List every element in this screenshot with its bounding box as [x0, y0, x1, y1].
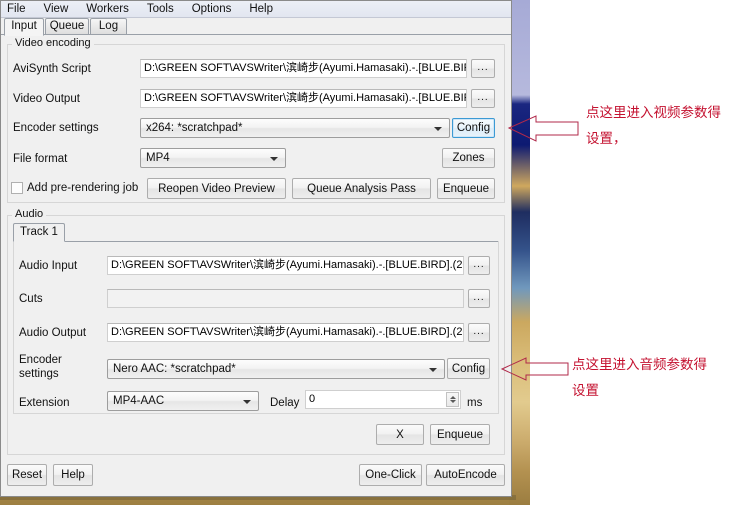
chevron-down-icon: [429, 368, 437, 372]
video-output-input[interactable]: D:\GREEN SOFT\AVSWriter\滨崎步(Ayumi.Hamasa…: [140, 89, 467, 108]
application-window: File View Workers Tools Options Help Inp…: [0, 0, 512, 497]
avisynth-script-input[interactable]: D:\GREEN SOFT\AVSWriter\滨崎步(Ayumi.Hamasa…: [140, 59, 467, 78]
video-config-annotation-arrow: [507, 115, 579, 142]
delay-spinner-buttons[interactable]: [446, 392, 459, 407]
tab-queue[interactable]: Queue: [45, 18, 89, 35]
tab-input[interactable]: Input: [4, 18, 44, 36]
video-encoder-settings-value: x264: *scratchpad*: [146, 122, 243, 134]
audio-input-browse-button[interactable]: ...: [468, 256, 490, 275]
audio-annotation-line2: 设置: [572, 383, 599, 399]
zones-button[interactable]: Zones: [442, 148, 495, 168]
queue-analysis-pass-button[interactable]: Queue Analysis Pass: [292, 178, 431, 199]
reset-button[interactable]: Reset: [7, 464, 47, 486]
audio-annotation-line1: 点这里进入音频参数得: [572, 357, 707, 373]
chevron-down-icon: [434, 127, 442, 131]
add-prerendering-job-checkbox[interactable]: [11, 182, 23, 194]
avisynth-script-label: AviSynth Script: [13, 63, 91, 75]
chevron-down-icon: [243, 400, 251, 404]
menu-item-tools[interactable]: Tools: [138, 1, 183, 17]
menu-item-options[interactable]: Options: [183, 1, 241, 17]
help-button[interactable]: Help: [53, 464, 93, 486]
cuts-browse-button[interactable]: ...: [468, 289, 490, 308]
audio-input-field[interactable]: D:\GREEN SOFT\AVSWriter\滨崎步(Ayumi.Hamasa…: [107, 256, 464, 275]
autoencode-button[interactable]: AutoEncode: [426, 464, 505, 486]
avisynth-browse-button[interactable]: ...: [471, 59, 495, 78]
video-config-button[interactable]: Config: [452, 118, 495, 138]
menu-item-file[interactable]: File: [1, 1, 35, 17]
one-click-button[interactable]: One-Click: [359, 464, 422, 486]
audio-config-annotation-arrow: [500, 357, 569, 381]
file-format-value: MP4: [146, 152, 170, 164]
audio-encoder-settings-label-line2: settings: [19, 368, 59, 380]
menu-item-help[interactable]: Help: [240, 1, 282, 17]
audio-group-label: Audio: [12, 208, 47, 220]
video-encoding-group-label: Video encoding: [12, 37, 94, 49]
audio-output-browse-button[interactable]: ...: [468, 323, 490, 342]
extension-label: Extension: [19, 397, 70, 409]
delay-input[interactable]: 0: [305, 390, 461, 409]
audio-config-button[interactable]: Config: [447, 358, 490, 379]
audio-encoder-settings-label-line1: Encoder: [19, 354, 62, 366]
delay-value: 0: [309, 393, 316, 405]
audio-enqueue-button[interactable]: Enqueue: [430, 424, 490, 445]
video-output-label: Video Output: [13, 93, 80, 105]
main-tab-strip: Input Queue Log: [1, 18, 511, 36]
audio-output-field[interactable]: D:\GREEN SOFT\AVSWriter\滨崎步(Ayumi.Hamasa…: [107, 323, 464, 342]
menu-item-view[interactable]: View: [35, 1, 78, 17]
delay-unit-label: ms: [467, 397, 483, 409]
reopen-video-preview-button[interactable]: Reopen Video Preview: [147, 178, 286, 199]
menu-bar: File View Workers Tools Options Help: [1, 1, 511, 18]
extension-value: MP4-AAC: [113, 395, 165, 407]
video-encoder-settings-label: Encoder settings: [13, 122, 99, 134]
audio-track-tab-strip: Track 1: [13, 223, 499, 242]
file-format-combo[interactable]: MP4: [140, 148, 286, 168]
audio-track-1-tab[interactable]: Track 1: [13, 223, 65, 242]
add-prerendering-job-label: Add pre-rendering job: [27, 182, 139, 194]
menu-item-workers[interactable]: Workers: [77, 1, 138, 17]
delay-label: Delay: [270, 397, 300, 409]
audio-encoder-settings-value: Nero AAC: *scratchpad*: [113, 363, 236, 375]
cuts-field[interactable]: [107, 289, 464, 308]
video-encoder-settings-combo[interactable]: x264: *scratchpad*: [140, 118, 450, 138]
cuts-label: Cuts: [19, 293, 43, 305]
extension-combo[interactable]: MP4-AAC: [107, 391, 259, 411]
file-format-label: File format: [13, 153, 68, 165]
desktop-wallpaper-right-strip: [509, 0, 530, 505]
audio-encoder-settings-combo[interactable]: Nero AAC: *scratchpad*: [107, 359, 445, 379]
audio-output-label: Audio Output: [19, 327, 87, 339]
audio-input-label: Audio Input: [19, 260, 78, 272]
video-enqueue-button[interactable]: Enqueue: [437, 178, 495, 199]
chevron-down-icon: [270, 157, 278, 161]
audio-close-button[interactable]: X: [376, 424, 424, 445]
video-output-browse-button[interactable]: ...: [471, 89, 495, 108]
tab-log[interactable]: Log: [90, 18, 127, 35]
video-annotation-line2: 设置，: [586, 131, 627, 147]
video-annotation-line1: 点这里进入视频参数得: [586, 105, 721, 121]
